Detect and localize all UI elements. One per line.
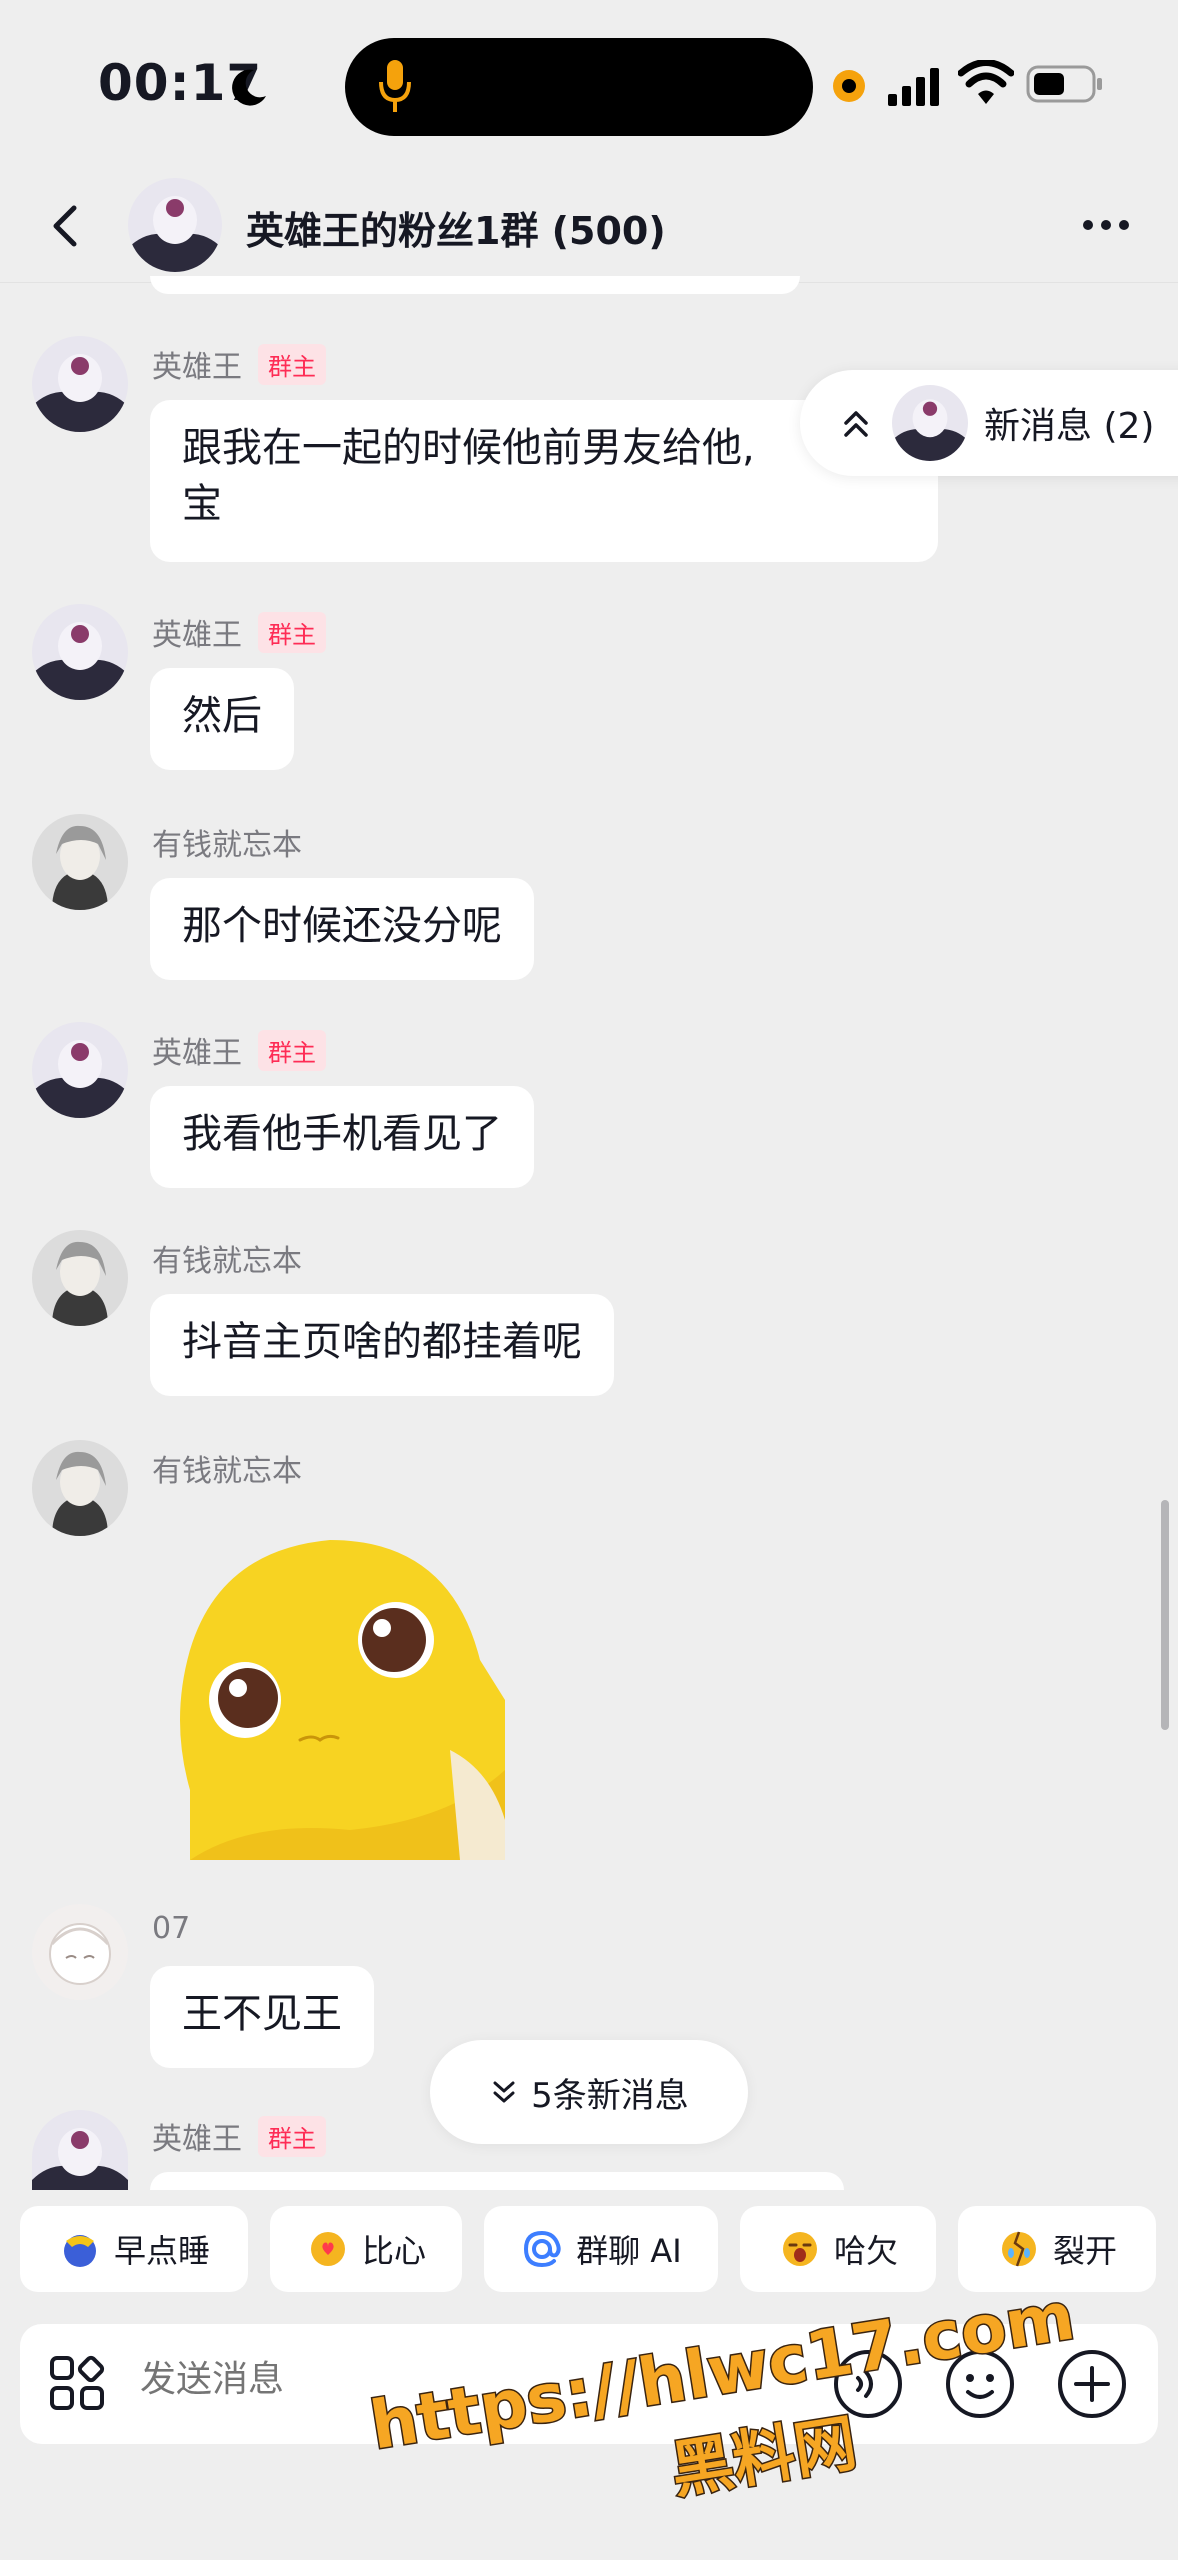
message-bubble[interactable] [150,2172,844,2190]
group-owner-badge: 群主 [258,1029,326,1071]
sender-name: 英雄王 [152,350,242,385]
yawning-emoji-icon [782,2232,817,2266]
avatar[interactable] [32,2110,128,2190]
avatar[interactable] [32,1022,128,1118]
avatar[interactable] [32,814,128,910]
group-title: 英雄王的粉丝1群 (500) [246,209,666,253]
message-sender-row: 有钱就忘本 [152,822,302,863]
avatar[interactable] [32,1440,128,1536]
quick-reply-label: 裂开 [1052,2232,1117,2270]
sender-name: 英雄王 [152,1036,242,1071]
quick-reply-label: 比心 [361,2232,426,2270]
at-sign-icon [524,2230,561,2268]
yellow-duck-sticker[interactable] [150,1520,510,1860]
chat-header: 英雄王的粉丝1群 (500) [0,170,1178,283]
previous-message-bubble [150,276,800,294]
moon-icon [232,69,266,106]
message-sender-row: 英雄王 群主 [152,611,326,653]
double-chevron-down-icon [493,2081,515,2103]
double-chevron-up-icon [844,411,868,437]
sleeping-moon-icon [63,2235,96,2267]
dynamic-island [345,38,813,136]
group-avatar[interactable] [128,178,222,272]
quick-reply-chip[interactable]: 早点睡 [20,2206,248,2292]
status-bar: 00:17 [0,0,1178,170]
sender-name: 英雄王 [152,618,242,653]
wifi-icon [958,60,1014,104]
message-text-line: 跟我在一起的时候他前男友给他, [182,425,755,471]
message-sender-row: 英雄王 群主 [152,1029,326,1071]
cracked-face-emoji-icon [1001,2231,1036,2267]
new-messages-label: 新消息 (2) [984,406,1155,447]
sender-name: 07 [152,1910,191,1946]
unread-messages-jump-button[interactable]: 5条新消息 [430,2040,748,2144]
message-bubble[interactable]: 我看他手机看见了 [150,1086,534,1188]
message-bubble[interactable]: 王不见王 [150,1966,374,2068]
group-owner-badge: 群主 [258,343,326,385]
message-bubble[interactable]: 那个时候还没分呢 [150,878,534,980]
recording-indicator-icon [833,70,865,102]
message-sender-row: 英雄王 群主 [152,2115,326,2157]
quick-reply-label: 早点睡 [113,2232,210,2270]
more-options-icon[interactable] [1080,210,1132,240]
new-message-sender-avatar [892,385,968,461]
message-sender-row: 07 [152,1908,190,1948]
message-sender-row: 有钱就忘本 [152,1238,302,1279]
sender-name: 有钱就忘本 [152,1454,302,1489]
apps-grid-icon[interactable] [48,2354,108,2414]
avatar[interactable] [32,1904,128,2000]
unread-messages-label: 5条新消息 [531,2075,689,2116]
quick-reply-label: 哈欠 [833,2232,898,2270]
quick-reply-label: 群聊 AI [576,2232,682,2270]
back-arrow-icon[interactable] [40,200,92,252]
message-bubble[interactable]: 抖音主页啥的都挂着呢 [150,1294,614,1396]
watermark: https://hlwc17.com 黑料网 [364,2276,1080,2506]
cellular-signal-icon [888,68,939,106]
message-text-line: 宝 [182,481,222,527]
message-bubble[interactable]: 然后 [150,668,294,770]
group-owner-badge: 群主 [258,611,326,653]
message-sender-row: 有钱就忘本 [152,1448,302,1489]
sender-name: 有钱就忘本 [152,828,302,863]
heart-hands-emoji-icon [310,2232,345,2266]
group-owner-badge: 群主 [258,2115,326,2157]
battery-icon [1026,65,1102,103]
new-messages-jump-button[interactable]: 新消息 (2) [800,370,1178,476]
microphone-icon [379,60,411,112]
avatar[interactable] [32,604,128,700]
sender-name: 有钱就忘本 [152,1244,302,1279]
message-sender-row: 英雄王 群主 [152,343,326,385]
watermark-site-name: 黑料网 [666,2406,861,2506]
scrollbar[interactable] [1161,1500,1169,1730]
avatar[interactable] [32,1230,128,1326]
avatar[interactable] [32,336,128,432]
sender-name: 英雄王 [152,2122,242,2157]
